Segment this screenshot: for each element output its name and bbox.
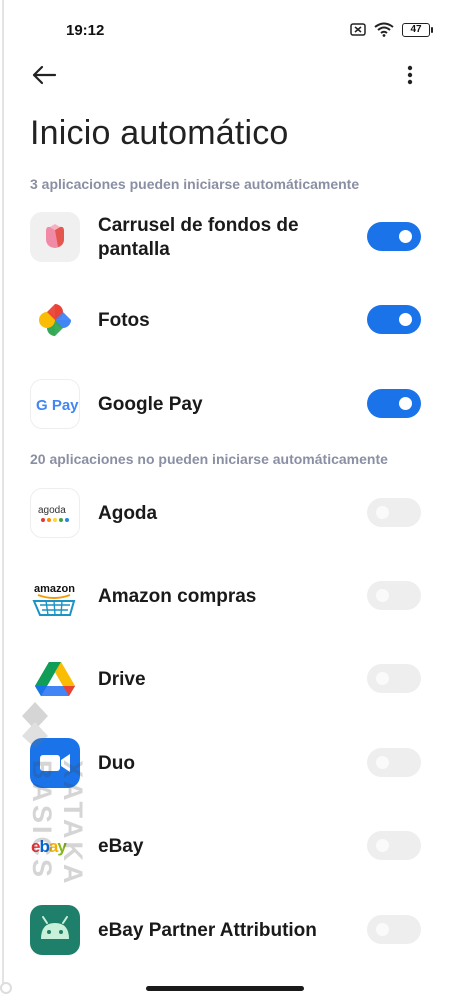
app-name: eBay: [98, 836, 144, 857]
autostart-toggle-ebay-partner[interactable]: [367, 915, 421, 944]
app-row-google-pay[interactable]: G Pay Google Pay: [0, 362, 450, 446]
google-duo-icon: [30, 738, 80, 788]
more-options-button[interactable]: [402, 62, 418, 88]
google-pay-icon-text: G Pay: [36, 397, 79, 414]
app-row-amazon[interactable]: amazon Amazon compras: [0, 554, 450, 638]
app-name: Drive: [98, 669, 146, 690]
app-name: Amazon compras: [98, 586, 257, 607]
autostart-toggle-fotos[interactable]: [367, 305, 421, 334]
toggle-knob: [399, 313, 412, 326]
autostart-toggle-drive[interactable]: [367, 664, 421, 693]
toggle-knob: [376, 756, 389, 769]
battery-indicator: 47: [402, 22, 433, 37]
app-name: Google Pay: [98, 394, 203, 415]
autostart-toggle-duo[interactable]: [367, 748, 421, 777]
sim-off-icon: [350, 23, 366, 36]
toggle-knob: [376, 506, 389, 519]
section-header-disabled: 20 aplicaciones no pueden iniciarse auto…: [30, 451, 388, 467]
wifi-icon: [374, 22, 394, 37]
status-icons: 47: [350, 22, 433, 37]
android-icon: [30, 905, 80, 955]
app-row-fotos[interactable]: Fotos: [0, 278, 450, 362]
toggle-knob: [376, 589, 389, 602]
app-name: Fotos: [98, 310, 150, 331]
google-photos-icon: [30, 295, 80, 345]
svg-text:ebay: ebay: [31, 837, 67, 856]
app-name: eBay Partner Attribution: [98, 920, 317, 941]
autostart-toggle-carrusel[interactable]: [367, 222, 421, 251]
toggle-knob: [376, 672, 389, 685]
page-title: Inicio automático: [30, 114, 289, 152]
autostart-toggle-agoda[interactable]: [367, 498, 421, 527]
agoda-icon-text: agoda: [38, 505, 66, 516]
app-name: Duo: [98, 753, 135, 774]
app-row-drive[interactable]: Drive: [0, 637, 450, 721]
app-row-agoda[interactable]: agoda Agoda: [0, 471, 450, 555]
back-button[interactable]: [30, 60, 60, 90]
app-row-duo[interactable]: Duo: [0, 721, 450, 805]
toggle-knob: [376, 839, 389, 852]
toggle-knob: [399, 397, 412, 410]
google-drive-icon: [30, 654, 80, 704]
autostart-toggle-amazon[interactable]: [367, 581, 421, 610]
wallpaper-carousel-icon: [30, 212, 80, 262]
app-row-ebay[interactable]: ebay eBay: [0, 804, 450, 888]
google-pay-icon: G Pay: [30, 379, 80, 429]
section-header-enabled: 3 aplicaciones pueden iniciarse automáti…: [30, 176, 360, 192]
home-indicator[interactable]: [146, 986, 304, 991]
toggle-knob: [399, 230, 412, 243]
amazon-icon: amazon: [30, 571, 80, 621]
app-name: Carrusel de fondos de pantalla: [98, 215, 299, 260]
agoda-icon: agoda: [30, 488, 80, 538]
autostart-toggle-google-pay[interactable]: [367, 389, 421, 418]
ebay-icon: ebay: [30, 821, 80, 871]
autostart-toggle-ebay[interactable]: [367, 831, 421, 860]
amazon-icon-text: amazon: [34, 583, 75, 595]
status-bar: 19:12 47: [0, 0, 450, 60]
left-edge-circle: [0, 982, 12, 994]
toggle-knob: [376, 923, 389, 936]
status-time: 19:12: [66, 22, 105, 39]
app-row-ebay-partner[interactable]: eBay Partner Attribution: [0, 888, 450, 972]
back-arrow-icon: [32, 65, 57, 85]
app-row-carrusel[interactable]: Carrusel de fondos de pantalla: [0, 195, 450, 279]
app-name: Agoda: [98, 503, 158, 524]
more-vert-icon: [407, 65, 413, 85]
